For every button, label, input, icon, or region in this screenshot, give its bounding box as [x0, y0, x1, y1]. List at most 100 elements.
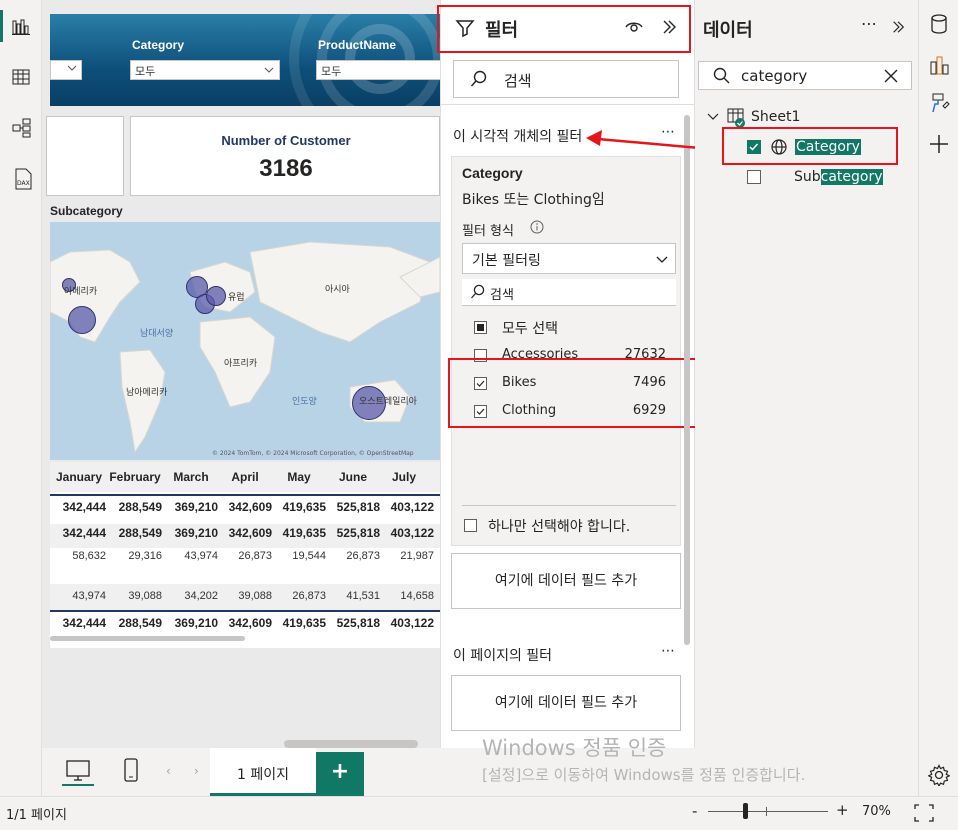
filter-card-category: Category Bikes 또는 Clothing임 필터 형식 기본 필터링… — [451, 156, 681, 546]
fit-to-page-icon[interactable] — [914, 804, 934, 822]
table-cell: 342,609 — [228, 526, 272, 540]
visualizations-icon[interactable] — [929, 54, 951, 76]
clear-icon[interactable] — [883, 68, 899, 84]
report-view-icon[interactable] — [12, 18, 30, 36]
data-search-input[interactable]: category — [698, 61, 912, 90]
more-options-icon[interactable]: ⋯ — [661, 643, 675, 659]
add-field-page-dropzone[interactable]: 여기에 데이터 필드 추가 — [451, 675, 681, 731]
search-icon — [713, 67, 731, 85]
field-subcategory-label[interactable]: Subcategory — [794, 169, 883, 185]
matrix-table: January February March April May June Ju… — [50, 462, 440, 648]
table-cell: 34,202 — [184, 590, 218, 602]
slicer-category-value: 모두 — [135, 65, 156, 78]
model-view-icon[interactable] — [12, 118, 32, 138]
info-icon[interactable] — [530, 220, 544, 234]
table-view-icon[interactable] — [12, 68, 30, 86]
table-cell: 369,210 — [174, 616, 218, 630]
map-label-atlantic: 남대서양 — [140, 329, 174, 339]
table-horizontal-scrollbar[interactable] — [50, 636, 245, 641]
zoom-in-button[interactable]: + — [836, 801, 849, 819]
add-pane-icon[interactable] — [929, 134, 949, 154]
canvas-horizontal-scrollbar[interactable] — [284, 740, 418, 748]
desktop-layout-icon[interactable] — [66, 760, 90, 782]
prev-page-icon[interactable]: ‹ — [166, 764, 171, 778]
header-divider — [50, 494, 440, 496]
table-cell: 29,316 — [128, 550, 162, 562]
zoom-slider-track[interactable] — [708, 811, 828, 812]
kpi-title: Number of Customer — [221, 133, 351, 148]
collapse-chevrons-icon[interactable] — [891, 20, 905, 34]
table-cell: 41,531 — [346, 590, 380, 602]
dax-query-view-icon[interactable]: DAX — [12, 168, 34, 190]
add-page-button[interactable]: + — [316, 752, 364, 796]
more-options-icon[interactable]: ⋯ — [861, 14, 877, 33]
filter-type-dropdown[interactable]: 기본 필터링 — [462, 243, 676, 274]
map-bubble[interactable] — [68, 306, 96, 334]
slicer-partial-box[interactable] — [50, 60, 82, 80]
report-canvas: Category 모두 ProductName 모두 Number of Cus… — [42, 0, 440, 748]
single-select-checkbox[interactable] — [464, 519, 477, 532]
table-name-sheet1[interactable]: Sheet1 — [751, 109, 800, 125]
filter-type-value: 기본 필터링 — [472, 253, 541, 269]
table-cell: 403,122 — [390, 616, 434, 630]
filter-card-field[interactable]: Category — [462, 165, 523, 181]
map-label-indian-ocean: 인도양 — [292, 397, 317, 407]
checkbox-category-field[interactable] — [747, 140, 761, 154]
table-column-header[interactable]: February — [108, 470, 162, 484]
map-visual[interactable]: 아메리카 유럽 아시아 남대서양 아프리카 남아메리카 인도양 오스트레일리아 … — [50, 222, 440, 460]
page-status: 1/1 페이지 — [6, 808, 67, 823]
settings-gear-icon[interactable] — [928, 764, 950, 786]
table-column-header[interactable]: July — [380, 470, 428, 484]
next-page-icon[interactable]: › — [194, 764, 199, 778]
collapse-chevrons-icon[interactable] — [661, 19, 677, 35]
select-all-label[interactable]: 모두 선택 — [502, 318, 558, 338]
map-label-north-america: 아메리카 — [64, 287, 98, 297]
filter-card-summary: Bikes 또는 Clothing임 — [462, 192, 605, 208]
filter-search-input[interactable]: 검색 — [453, 60, 679, 98]
single-select-label[interactable]: 하나만 선택해야 합니다. — [488, 516, 630, 536]
table-cell: 342,609 — [228, 616, 272, 630]
slicer-productname-value: 모두 — [321, 65, 342, 78]
slicer-productname-label: ProductName — [318, 38, 397, 52]
mobile-layout-icon[interactable] — [124, 758, 138, 782]
zoom-out-button[interactable]: - — [692, 802, 697, 820]
table-cell: 419,635 — [282, 500, 326, 514]
table-column-header[interactable]: April — [218, 470, 272, 484]
eye-icon[interactable] — [625, 20, 643, 34]
kpi-card: Number of Customer 3186 — [130, 116, 440, 196]
table-column-header[interactable]: May — [272, 470, 326, 484]
visual-filters-heading: 이 시각적 개체의 필터 — [453, 129, 583, 145]
zoom-slider-thumb[interactable] — [743, 803, 748, 819]
table-cell: 419,635 — [282, 526, 326, 540]
table-column-header[interactable]: January — [52, 470, 106, 484]
zoom-level[interactable]: 70% — [862, 804, 891, 819]
divider — [441, 104, 694, 105]
slicer-productname-dropdown[interactable]: 모두 — [316, 60, 440, 80]
filter-pane-scrollbar[interactable] — [684, 115, 690, 645]
filter-values-search[interactable]: 검색 — [462, 279, 676, 306]
right-pane-rail — [918, 0, 958, 796]
svg-text:DAX: DAX — [17, 180, 30, 187]
table-cell: 288,549 — [118, 526, 162, 540]
format-painter-icon[interactable] — [929, 92, 951, 114]
view-rail: DAX — [0, 0, 42, 796]
select-all-checkbox[interactable] — [474, 321, 487, 334]
activation-watermark-title: Windows 정품 인증 — [482, 736, 667, 760]
map-label-asia: 아시아 — [325, 285, 350, 295]
zoom-slider-tick — [766, 807, 767, 816]
table-column-header[interactable]: March — [164, 470, 218, 484]
add-field-visual-dropzone[interactable]: 여기에 데이터 필드 추가 — [451, 553, 681, 609]
table-column-header[interactable]: June — [326, 470, 380, 484]
page-tab-1[interactable]: 1 페이지 — [210, 748, 316, 796]
data-pane-icon[interactable] — [930, 14, 948, 34]
slicer-partial[interactable] — [50, 60, 82, 80]
header-banner: Category 모두 ProductName 모두 — [50, 14, 440, 106]
table-cell: 288,549 — [118, 616, 162, 630]
map-bubble[interactable] — [206, 286, 226, 306]
checkbox-subcategory-field[interactable] — [747, 170, 761, 184]
chevron-down-icon[interactable] — [707, 112, 719, 122]
field-category-label[interactable]: Category — [795, 139, 861, 155]
map-attribution: © 2024 TomTom, © 2024 Microsoft Corporat… — [212, 450, 414, 457]
table-cell: 43,974 — [184, 550, 218, 562]
slicer-category-dropdown[interactable]: 모두 — [130, 60, 280, 80]
